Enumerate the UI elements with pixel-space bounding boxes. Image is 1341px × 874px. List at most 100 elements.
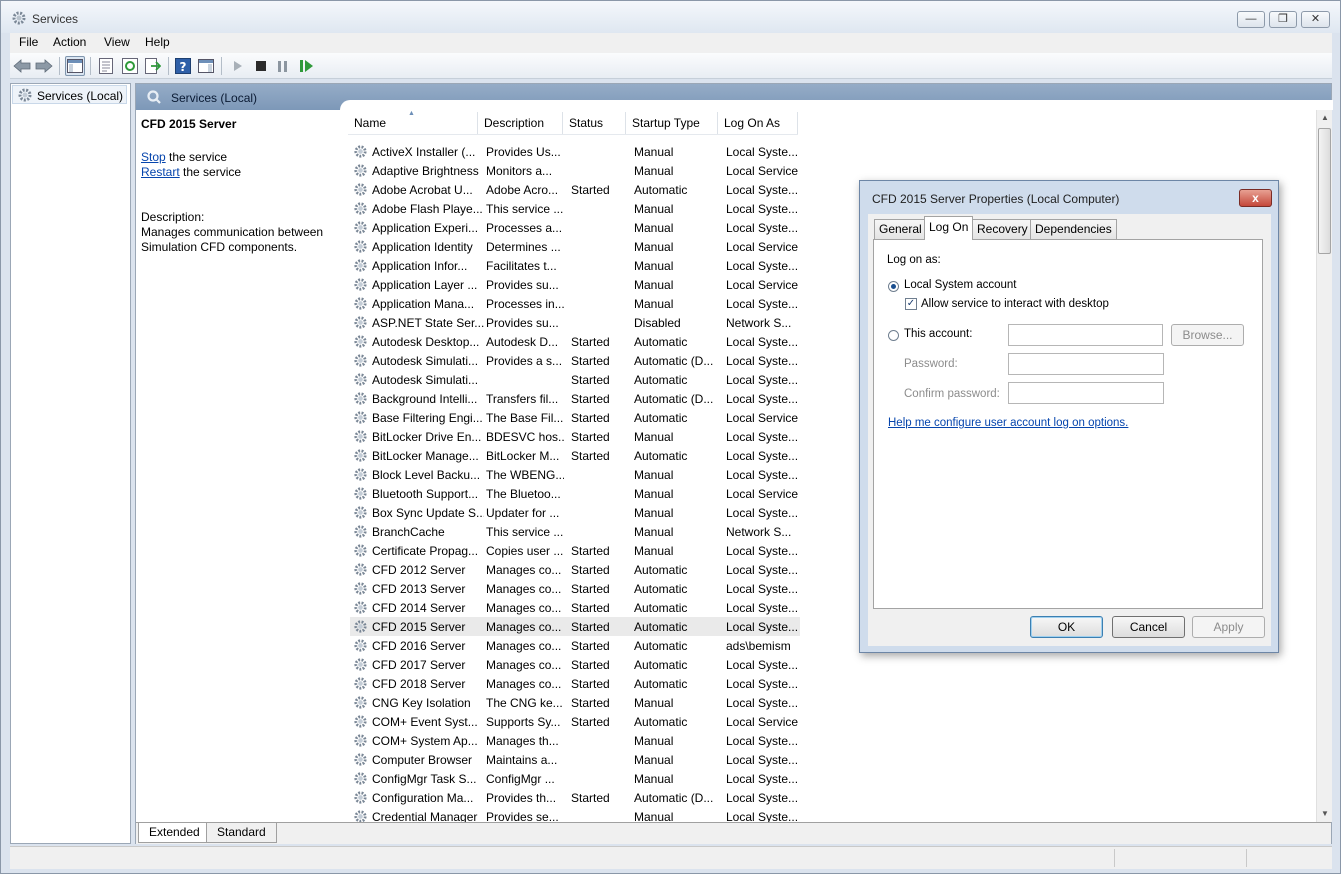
table-row[interactable]: Base Filtering Engi... The Base Fil... Sta… (350, 408, 800, 427)
table-row[interactable]: Box Sync Update S... Updater for ... Manua… (350, 503, 800, 522)
forward-button[interactable] (34, 56, 54, 76)
selected-service-title: CFD 2015 Server (141, 117, 237, 131)
scroll-up-icon[interactable]: ▲ (1317, 110, 1333, 126)
menu-view[interactable]: View (104, 35, 130, 49)
close-button[interactable]: ✕ (1301, 11, 1330, 28)
tab-dependencies[interactable]: Dependencies (1030, 219, 1117, 239)
minimize-button[interactable]: — (1237, 11, 1265, 28)
cell-name: Application Mana... (372, 297, 475, 311)
password-input[interactable] (1008, 353, 1164, 375)
table-row[interactable]: Application Infor... Facilitates t... Manu… (350, 256, 800, 275)
refresh-button[interactable] (120, 56, 140, 76)
table-row[interactable]: CFD 2017 Server Manages co... Started Autom… (350, 655, 800, 674)
tab-extended[interactable]: Extended (138, 823, 211, 843)
column-header-log-on-as[interactable]: Log On As (718, 112, 798, 134)
cancel-button[interactable]: Cancel (1112, 616, 1185, 638)
restart-link[interactable]: Restart (141, 165, 180, 179)
cell-name: CFD 2017 Server (372, 658, 466, 672)
table-row[interactable]: Adobe Flash Playe... This service ... Manu… (350, 199, 800, 218)
column-header-name[interactable]: Name ▲ (348, 110, 478, 134)
account-input[interactable] (1008, 324, 1163, 346)
ok-button[interactable]: OK (1030, 616, 1103, 638)
table-row[interactable]: CFD 2013 Server Manages co... Started Autom… (350, 579, 800, 598)
browse-button[interactable]: Browse... (1171, 324, 1244, 346)
table-row[interactable]: Adaptive Brightness Monitors a... Manual Lo… (350, 161, 800, 180)
table-row[interactable]: Bluetooth Support... The Bluetoo... Manual… (350, 484, 800, 503)
menu-file[interactable]: File (19, 35, 38, 49)
table-row[interactable]: Background Intelli... Transfers fil... Sta… (350, 389, 800, 408)
show-hide-console-tree-button[interactable] (65, 56, 85, 76)
cell-name: Autodesk Desktop... (372, 335, 480, 349)
table-row[interactable]: BitLocker Manage... BitLocker M... Started… (350, 446, 800, 465)
tab-log-on[interactable]: Log On (924, 216, 974, 240)
gear-icon (354, 677, 367, 690)
table-row[interactable]: Block Level Backu... The WBENG... Manual Lo… (350, 465, 800, 484)
table-row[interactable]: CFD 2014 Server Manages co... Started Autom… (350, 598, 800, 617)
table-row[interactable]: Autodesk Simulati... Started Automatic Loca… (350, 370, 800, 389)
menu-help[interactable]: Help (145, 35, 170, 49)
column-header-startup-type[interactable]: Startup Type (626, 112, 718, 134)
show-hide-action-pane-button[interactable] (196, 56, 216, 76)
tab-recovery[interactable]: Recovery (972, 219, 1033, 239)
table-row[interactable]: COM+ Event Syst... Supports Sy... Started A… (350, 712, 800, 731)
table-row[interactable]: Application Experi... Processes a... Manua… (350, 218, 800, 237)
table-row[interactable]: Computer Browser Maintains a... Manual Loca… (350, 750, 800, 769)
table-row[interactable]: Configuration Ma... Provides th... Started… (350, 788, 800, 807)
vertical-scrollbar[interactable]: ▲ ▼ (1316, 110, 1332, 822)
cell-startup-type: Manual (634, 487, 674, 501)
properties-button[interactable] (96, 56, 116, 76)
export-list-button[interactable] (143, 56, 163, 76)
table-row[interactable]: CFD 2015 Server Manages co... Started Autom… (350, 617, 800, 636)
menu-action[interactable]: Action (53, 35, 86, 49)
tab-general[interactable]: General (874, 219, 927, 239)
help-button[interactable]: ? (173, 56, 193, 76)
allow-interact-checkbox[interactable]: ✓ (905, 298, 917, 310)
gear-icon (354, 164, 367, 177)
tree-item-services-local[interactable]: Services (Local) (12, 85, 127, 104)
table-row[interactable]: Application Identity Determines ... Manual… (350, 237, 800, 256)
table-row[interactable]: CNG Key Isolation The CNG ke... Started Man… (350, 693, 800, 712)
pause-icon (278, 60, 287, 72)
table-row[interactable]: BranchCache This service ... Manual Network… (350, 522, 800, 541)
table-row[interactable]: ActiveX Installer (... Provides Us... Manu… (350, 142, 800, 161)
table-row[interactable]: ASP.NET State Ser... Provides su... Disabl… (350, 313, 800, 332)
help-configure-link[interactable]: Help me configure user account log on op… (888, 417, 1128, 429)
stop-service-button[interactable] (251, 56, 271, 76)
table-row[interactable]: CFD 2016 Server Manages co... Started Autom… (350, 636, 800, 655)
dialog-close-button[interactable]: x (1239, 189, 1272, 207)
local-system-radio[interactable] (888, 281, 899, 292)
apply-button[interactable]: Apply (1192, 616, 1265, 638)
gear-icon (354, 810, 367, 822)
scroll-thumb[interactable] (1318, 128, 1331, 254)
table-row[interactable]: BitLocker Drive En... BDESVC hos... Starte… (350, 427, 800, 446)
this-account-radio[interactable] (888, 330, 899, 341)
scroll-down-icon[interactable]: ▼ (1317, 806, 1333, 822)
table-row[interactable]: Credential Manager Provides se... Manual Lo… (350, 807, 800, 822)
table-row[interactable]: CFD 2012 Server Manages co... Started Autom… (350, 560, 800, 579)
confirm-password-input[interactable] (1008, 382, 1164, 404)
table-row[interactable]: CFD 2018 Server Manages co... Started Autom… (350, 674, 800, 693)
start-service-button[interactable] (228, 56, 248, 76)
table-row[interactable]: Autodesk Simulati... Provides a s... Start… (350, 351, 800, 370)
back-button[interactable] (12, 56, 32, 76)
tab-standard[interactable]: Standard (206, 823, 277, 843)
table-row[interactable]: Adobe Acrobat U... Adobe Acro... Started Au… (350, 180, 800, 199)
table-row[interactable]: ConfigMgr Task S... ConfigMgr ... Manual Lo… (350, 769, 800, 788)
restore-button[interactable]: ❐ (1269, 11, 1297, 28)
cell-status: Started (571, 373, 610, 387)
pause-service-button[interactable] (273, 56, 293, 76)
table-row[interactable]: Application Mana... Processes in... Manual… (350, 294, 800, 313)
cell-name: Adobe Flash Playe... (372, 202, 483, 216)
table-row[interactable]: Autodesk Desktop... Autodesk D... Started A… (350, 332, 800, 351)
cell-description: The CNG ke... (486, 696, 563, 710)
table-row[interactable]: Certificate Propag... Copies user ... Star… (350, 541, 800, 560)
restart-service-button[interactable] (297, 56, 317, 76)
toolbar-separator (168, 57, 169, 75)
column-header-status[interactable]: Status (563, 112, 626, 134)
table-row[interactable]: Application Layer ... Provides su... Manua… (350, 275, 800, 294)
toolbar: ? (10, 53, 1332, 79)
gear-icon (354, 791, 367, 804)
stop-link[interactable]: Stop (141, 150, 166, 164)
table-row[interactable]: COM+ System Ap... Manages th... Manual Loca… (350, 731, 800, 750)
column-header-description[interactable]: Description (478, 112, 563, 134)
